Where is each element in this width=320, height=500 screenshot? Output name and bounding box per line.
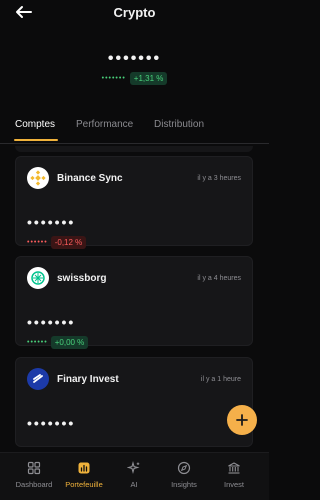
account-change: •••••• -0,12 % bbox=[27, 236, 87, 249]
top-bar: Crypto bbox=[0, 0, 269, 26]
nav-label: Invest bbox=[223, 480, 244, 489]
add-account-button[interactable] bbox=[227, 405, 257, 435]
nav-insights[interactable]: Insights bbox=[157, 461, 211, 489]
account-card-binance[interactable]: Binance Sync il y a 3 heures ••••••• •••… bbox=[15, 156, 253, 249]
account-updated: il y a 4 heures bbox=[197, 275, 241, 282]
bank-icon bbox=[228, 462, 240, 474]
account-name: swissborg bbox=[57, 273, 107, 284]
nav-label: Dashboard bbox=[15, 480, 53, 489]
account-change-percent: +0,00 % bbox=[50, 336, 89, 349]
card-edge bbox=[15, 146, 253, 152]
portfolio-icon bbox=[78, 462, 90, 474]
account-name: Finary Invest bbox=[57, 374, 119, 385]
binance-logo-icon bbox=[27, 167, 49, 189]
active-tab-indicator bbox=[14, 139, 58, 141]
account-change-amount: •••••• bbox=[27, 239, 48, 246]
tab-distribution[interactable]: Distribution bbox=[154, 119, 204, 130]
nav-label: AI bbox=[130, 480, 138, 489]
page-title: Crypto bbox=[113, 5, 156, 20]
account-card-finary-invest[interactable]: Finary Invest il y a 1 heure ••••••• bbox=[15, 357, 253, 447]
account-card-swissborg[interactable]: swissborg il y a 4 heures ••••••• ••••••… bbox=[15, 256, 253, 349]
tab-comptes[interactable]: Comptes bbox=[15, 119, 55, 130]
tab-performance[interactable]: Performance bbox=[76, 119, 133, 130]
account-change-amount: •••••• bbox=[27, 339, 48, 346]
total-change-amount: ••••••• bbox=[101, 75, 126, 82]
account-balance: ••••••• bbox=[27, 314, 76, 330]
compass-icon bbox=[177, 461, 191, 475]
account-name: Binance Sync bbox=[57, 173, 123, 184]
total-change: ••••••• +1,31 % bbox=[0, 72, 269, 85]
account-change-percent: -0,12 % bbox=[50, 236, 87, 249]
tab-bar: Comptes Performance Distribution bbox=[0, 114, 269, 144]
nav-dashboard[interactable]: Dashboard bbox=[7, 461, 61, 489]
nav-portefeuille[interactable]: Portefeuille bbox=[57, 461, 111, 489]
nav-label: Insights bbox=[171, 480, 197, 489]
account-change: •••••• +0,00 % bbox=[27, 336, 89, 349]
account-balance: ••••••• bbox=[27, 214, 76, 230]
nav-label: Portefeuille bbox=[65, 480, 103, 489]
total-change-percent: +1,31 % bbox=[129, 72, 168, 85]
plus-icon bbox=[236, 414, 248, 426]
sparkle-icon bbox=[127, 461, 140, 475]
nav-invest[interactable]: Invest bbox=[207, 461, 261, 489]
finary-logo-icon bbox=[27, 368, 49, 390]
bottom-nav: Dashboard Portefeuille AI Insights Inves… bbox=[0, 452, 269, 500]
total-balance: ••••••• bbox=[107, 50, 162, 67]
account-balance: ••••••• bbox=[27, 415, 76, 431]
swissborg-logo-icon bbox=[27, 267, 49, 289]
grid-icon bbox=[27, 461, 41, 475]
nav-ai[interactable]: AI bbox=[107, 461, 161, 489]
account-updated: il y a 1 heure bbox=[200, 376, 241, 383]
account-updated: il y a 3 heures bbox=[197, 175, 241, 182]
